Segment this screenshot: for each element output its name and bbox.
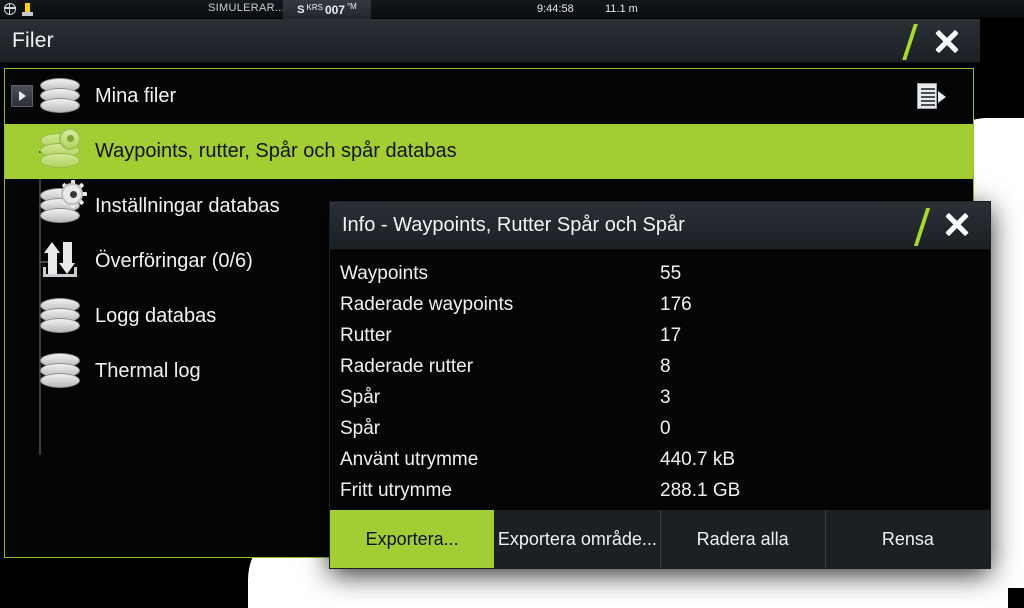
status-icons — [0, 2, 33, 16]
database-icon — [37, 352, 83, 392]
info-row: Fritt utrymme 288.1 GB — [340, 475, 990, 506]
waypoint-database-icon — [37, 127, 83, 172]
depth-readout: 11.1 m — [605, 3, 638, 15]
tree-item-label: Waypoints, rutter, Spår och spår databas — [95, 140, 457, 162]
titlebar-slash-decoration — [902, 24, 918, 60]
settings-database-icon — [37, 179, 87, 227]
dialog-title: Info - Waypoints, Rutter Spår och Spår — [342, 214, 685, 236]
tree-item-label: Logg databas — [95, 305, 217, 327]
tree-item-mina-filer[interactable]: Mina filer — [5, 69, 973, 124]
info-value: 3 — [660, 386, 671, 408]
info-dialog: Info - Waypoints, Rutter Spår och Spår W… — [330, 202, 990, 568]
info-value: 55 — [660, 262, 682, 284]
info-row: Rutter 17 — [340, 320, 990, 351]
info-key: Använt utrymme — [340, 448, 479, 470]
info-key: Raderade waypoints — [340, 293, 514, 315]
heading-indicator[interactable]: S KRS 007 °M — [283, 0, 371, 19]
heading-unit: °M — [346, 2, 357, 11]
info-key: Fritt utrymme — [340, 479, 452, 501]
tree-item-label: Thermal log — [95, 360, 201, 382]
screen: SIMULERAR... S KRS 007 °M 9:44:58 11.1 m… — [0, 0, 1024, 608]
info-row: Raderade rutter 8 — [340, 351, 990, 382]
info-value: 8 — [660, 355, 671, 377]
close-icon[interactable] — [926, 26, 968, 56]
info-row: Raderade waypoints 176 — [340, 289, 990, 320]
info-key: Spår — [340, 386, 381, 408]
simulator-status: SIMULERAR... — [208, 2, 285, 14]
database-icon — [37, 77, 83, 117]
info-row: Spår 3 — [340, 382, 990, 413]
globe-icon — [3, 2, 16, 15]
heading-value: 007 — [324, 2, 345, 17]
info-row: Använt utrymme 440.7 kB — [340, 444, 990, 475]
info-key: Waypoints — [340, 262, 428, 284]
delete-all-button[interactable]: Radera alla — [661, 510, 826, 568]
tree-item-label: Inställningar databas — [95, 195, 280, 217]
window-titlebar: Filer — [0, 19, 980, 63]
heading-prefix: S — [297, 3, 305, 16]
info-key: Raderade rutter — [340, 355, 474, 377]
transfer-arrows-icon — [37, 241, 83, 282]
expand-collapse-icon[interactable] — [11, 85, 33, 107]
dialog-button-bar: Exportera... Exportera område... Radera … — [330, 510, 990, 568]
info-row: Waypoints 55 — [340, 258, 990, 289]
info-key: Spår — [340, 417, 381, 439]
info-key: Rutter — [340, 324, 392, 346]
info-value: 288.1 GB — [660, 479, 741, 501]
export-button[interactable]: Exportera... — [330, 510, 496, 568]
clean-button[interactable]: Rensa — [826, 510, 990, 568]
clock: 9:44:58 — [537, 3, 574, 15]
info-value: 17 — [660, 324, 682, 346]
tree-item-waypoints-database[interactable]: Waypoints, rutter, Spår och spår databas — [5, 124, 973, 179]
tree-item-label: Mina filer — [95, 85, 177, 107]
close-icon[interactable] — [936, 209, 978, 239]
info-row: Spår 0 — [340, 413, 990, 444]
heading-label: KRS — [306, 3, 323, 12]
info-value: 440.7 kB — [660, 448, 735, 470]
dialog-titlebar: Info - Waypoints, Rutter Spår och Spår — [330, 202, 990, 250]
info-value: 176 — [660, 293, 692, 315]
dialog-slash-decoration — [913, 208, 931, 246]
tree-item-label: Överföringar (0/6) — [95, 250, 253, 272]
status-bar: SIMULERAR... S KRS 007 °M 9:44:58 11.1 m — [0, 0, 1024, 19]
buoy-icon — [22, 2, 33, 16]
info-value: 0 — [660, 417, 671, 439]
info-rows: Waypoints 55 Raderade waypoints 176 Rutt… — [330, 250, 990, 506]
database-icon — [37, 297, 83, 337]
page-title: Filer — [12, 28, 54, 52]
export-area-button[interactable]: Exportera område... — [495, 510, 661, 568]
